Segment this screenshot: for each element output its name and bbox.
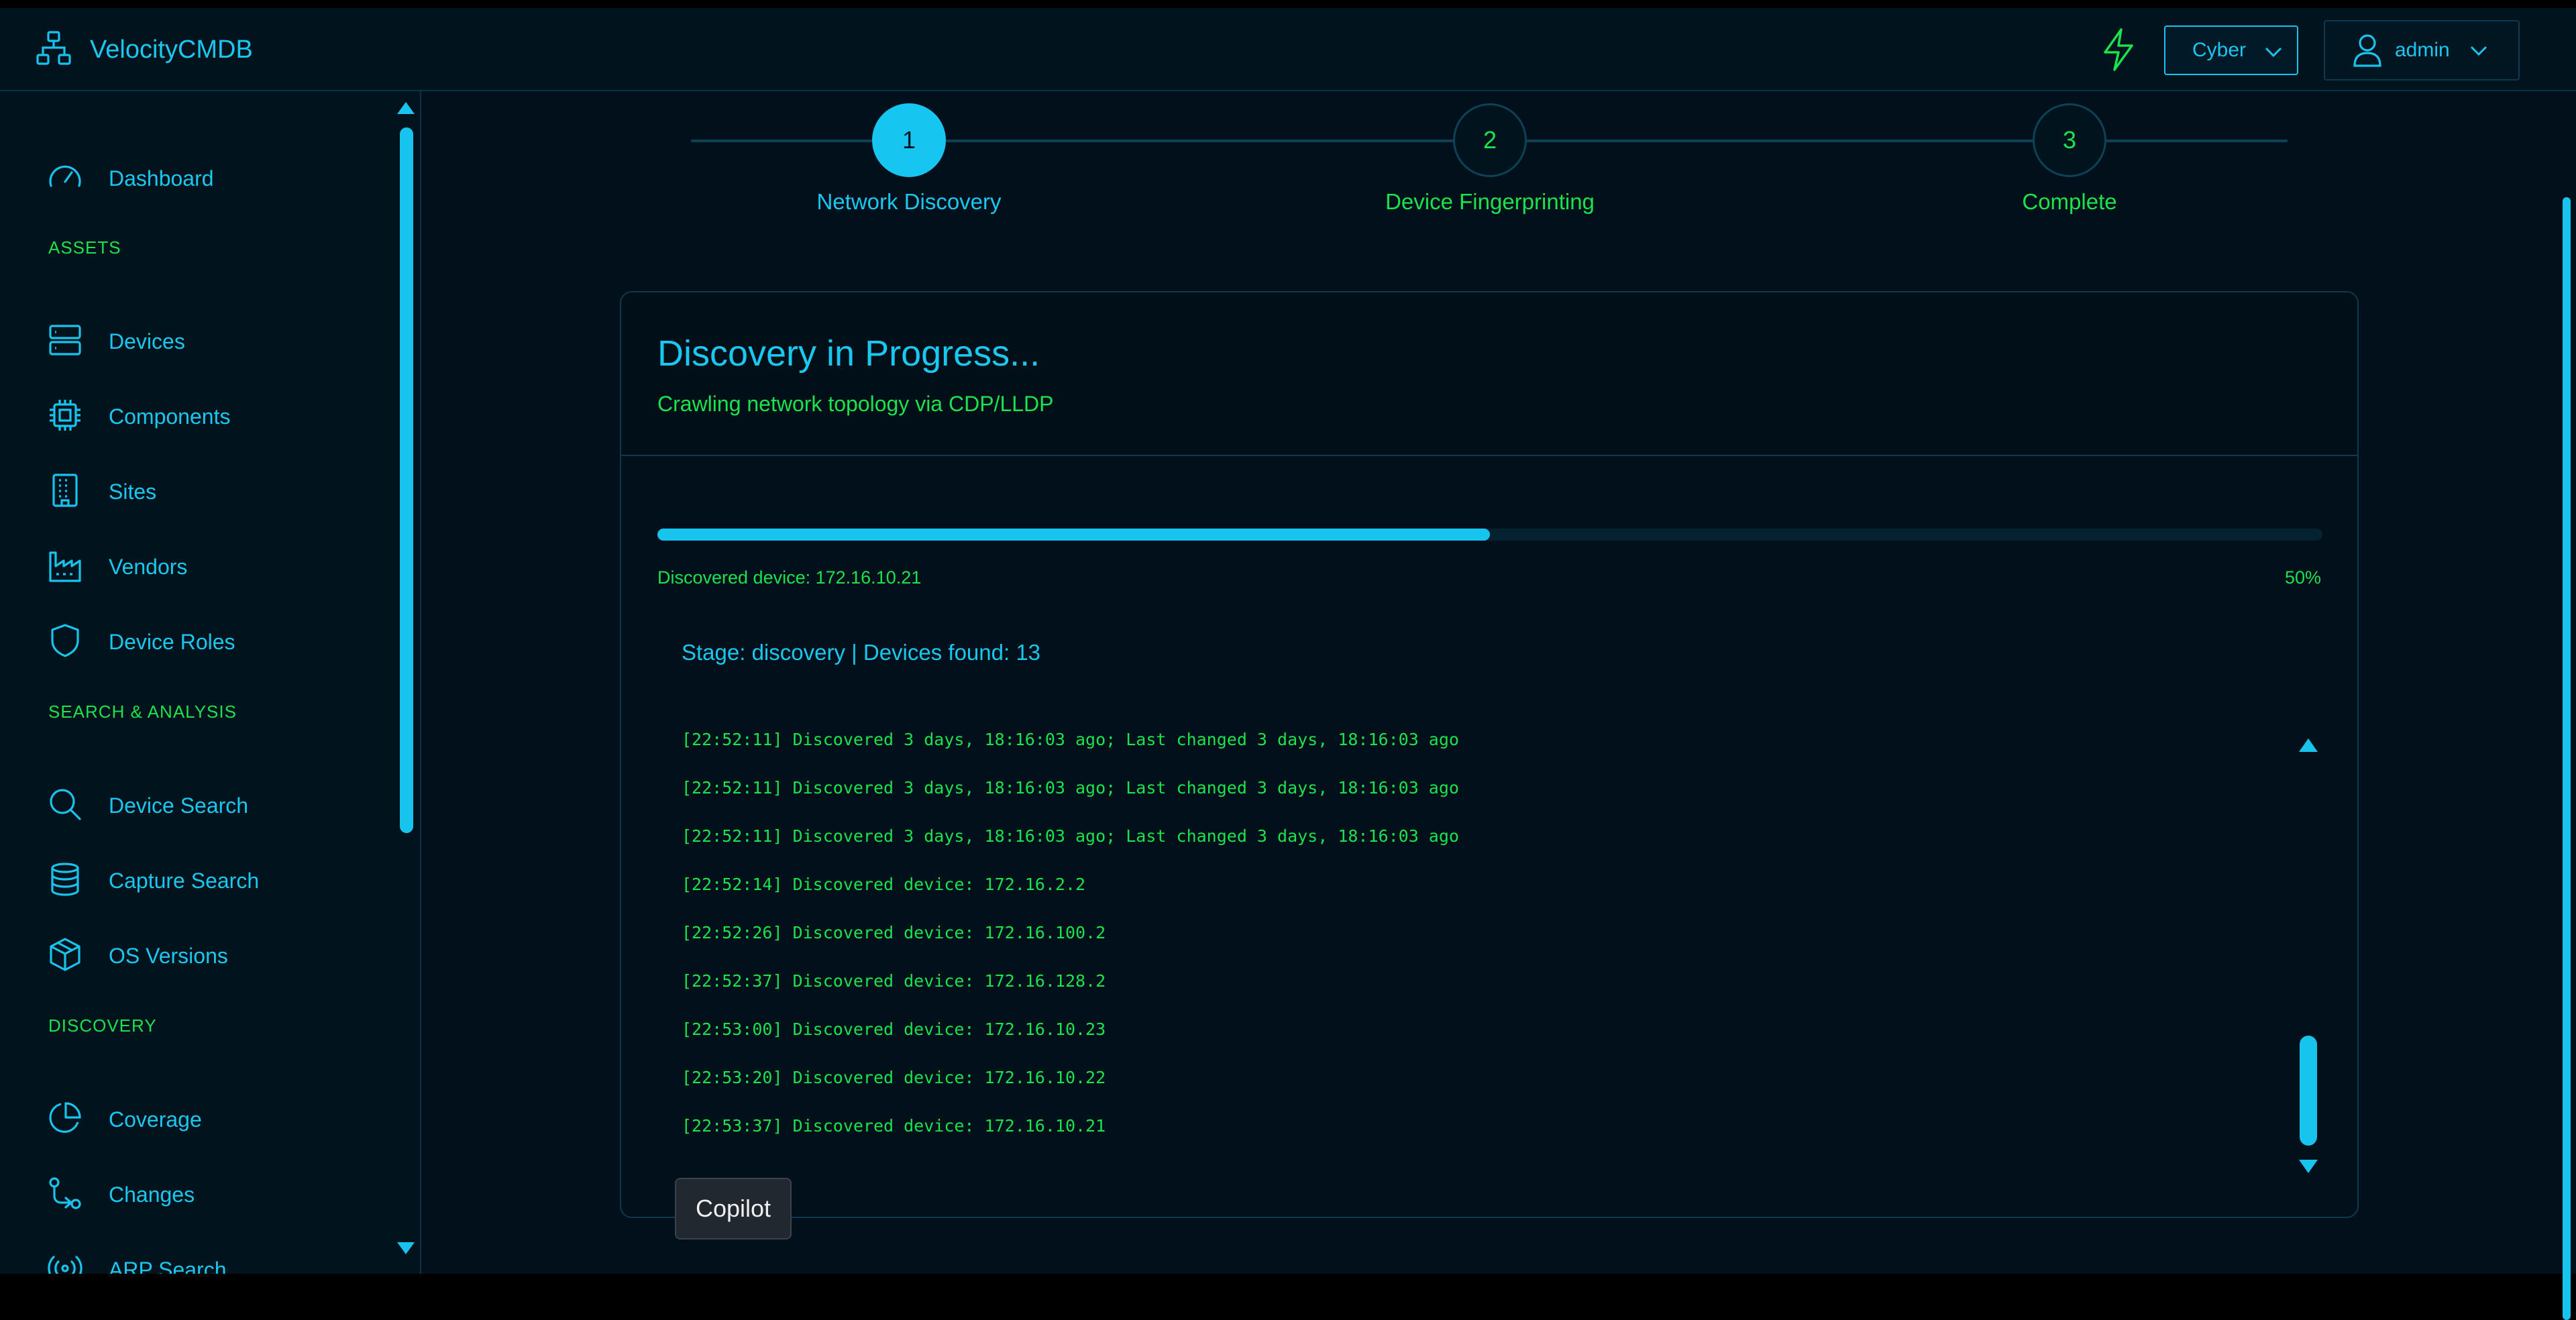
theme-select-value: Cyber — [2192, 39, 2247, 61]
sidebar-item-device-search[interactable]: Device Search — [47, 779, 248, 832]
broadcast-icon — [47, 1250, 83, 1274]
card-subtitle: Crawling network topology via CDP/LLDP — [657, 392, 1054, 416]
log-line: [22:53:00] Discovered device: 172.16.10.… — [682, 1020, 1106, 1039]
user-menu-button[interactable]: admin — [2324, 20, 2520, 80]
sidebar-item-label: Coverage — [109, 1107, 202, 1132]
sidebar-item-label: Changes — [109, 1182, 195, 1207]
git-compare-icon — [47, 1175, 83, 1215]
log-scroll-down-arrow-icon[interactable] — [2297, 1158, 2320, 1175]
sidebar-item-vendors[interactable]: Vendors — [47, 540, 187, 594]
step-3-circle: 3 — [2033, 103, 2106, 177]
progress-bar-fill — [657, 529, 1490, 541]
section-heading-search-analysis: SEARCH & ANALYSIS — [48, 702, 237, 722]
sidebar-item-label: Dashboard — [109, 166, 214, 190]
sidebar-item-label: OS Versions — [109, 943, 228, 968]
sidebar-item-capture-search[interactable]: Capture Search — [47, 854, 259, 908]
sidebar-item-label: ARP Search — [109, 1257, 227, 1274]
section-heading-discovery: DISCOVERY — [48, 1015, 157, 1036]
server-icon — [47, 322, 83, 362]
sidebar-item-label: Device Roles — [109, 629, 235, 654]
step-1-circle: 1 — [872, 103, 946, 177]
progress-percent: 50% — [2284, 567, 2321, 588]
lightning-icon[interactable] — [2098, 27, 2139, 72]
shield-icon — [47, 622, 83, 662]
log-line: [22:52:26] Discovered device: 172.16.100… — [682, 923, 1106, 942]
discovery-progress-card: Discovery in Progress... Crawling networ… — [620, 291, 2359, 1218]
chevron-down-icon — [2262, 42, 2285, 62]
sidebar-item-sites[interactable]: Sites — [47, 465, 156, 518]
top-header: VelocityCMDB Cyber admin — [0, 8, 2576, 91]
step-1-label: Network Discovery — [816, 189, 1002, 214]
step-3-label: Complete — [2022, 189, 2117, 214]
card-title: Discovery in Progress... — [657, 333, 1040, 374]
page-scrollbar[interactable] — [2557, 91, 2576, 1320]
user-icon — [2352, 32, 2383, 68]
stage-status: Stage: discovery | Devices found: 13 — [682, 640, 1041, 665]
log-line: [22:53:20] Discovered device: 172.16.10.… — [682, 1068, 1106, 1087]
sidebar-item-changes[interactable]: Changes — [47, 1168, 195, 1221]
discovery-log[interactable]: [22:52:11] Discovered 3 days, 18:16:03 a… — [682, 730, 2224, 1164]
sidebar-item-os-versions[interactable]: OS Versions — [47, 929, 228, 983]
log-line: [22:53:37] Discovered device: 172.16.10.… — [682, 1116, 1106, 1136]
sidebar-item-dashboard[interactable]: Dashboard — [47, 152, 214, 205]
progress-message: Discovered device: 172.16.10.21 — [657, 567, 922, 588]
sidebar-scroll-down-arrow-icon[interactable] — [396, 1241, 416, 1256]
copilot-tooltip: Copilot — [675, 1178, 792, 1240]
brand-link[interactable]: VelocityCMDB — [35, 23, 253, 76]
sidebar: Dashboard ASSETS Devices Components Site… — [0, 91, 421, 1274]
page-scrollbar-thumb[interactable] — [2563, 197, 2571, 1320]
sidebar-item-label: Capture Search — [109, 868, 260, 893]
brand-name: VelocityCMDB — [90, 35, 253, 64]
network-icon — [35, 30, 72, 70]
sidebar-item-label: Sites — [109, 479, 157, 504]
gauge-icon — [47, 159, 83, 199]
step-2-label: Device Fingerprinting — [1385, 189, 1595, 214]
sidebar-item-components[interactable]: Components — [47, 390, 230, 443]
card-header: Discovery in Progress... Crawling networ… — [621, 292, 2357, 456]
chevron-down-icon — [2467, 40, 2490, 60]
log-line: [22:52:11] Discovered 3 days, 18:16:03 a… — [682, 730, 1459, 749]
package-icon — [47, 936, 83, 976]
database-icon — [47, 861, 83, 901]
section-heading-assets: ASSETS — [48, 237, 121, 258]
building-icon — [47, 472, 83, 512]
progress-bar — [657, 529, 2322, 541]
sidebar-item-arp-search[interactable]: ARP Search — [47, 1243, 227, 1274]
sidebar-scroll-up-arrow-icon[interactable] — [396, 101, 416, 115]
sidebar-item-devices[interactable]: Devices — [47, 315, 185, 368]
log-line: [22:52:37] Discovered device: 172.16.128… — [682, 971, 1106, 991]
sidebar-item-device-roles[interactable]: Device Roles — [47, 615, 235, 669]
theme-select[interactable]: Cyber — [2164, 25, 2298, 75]
pie-chart-icon — [47, 1100, 83, 1140]
chip-icon — [47, 397, 83, 437]
log-line: [22:52:14] Discovered device: 172.16.2.2 — [682, 875, 1086, 894]
sidebar-item-coverage[interactable]: Coverage — [47, 1093, 202, 1146]
sidebar-item-label: Components — [109, 404, 231, 429]
search-icon — [47, 786, 83, 826]
step-2-circle: 2 — [1453, 103, 1527, 177]
sidebar-item-label: Devices — [109, 329, 185, 353]
sidebar-scrollbar-thumb[interactable] — [400, 127, 413, 833]
sidebar-item-label: Device Search — [109, 793, 249, 818]
user-name: admin — [2395, 39, 2450, 61]
log-line: [22:52:11] Discovered 3 days, 18:16:03 a… — [682, 826, 1459, 846]
log-scrollbar-thumb[interactable] — [2300, 1036, 2317, 1146]
log-line: [22:52:11] Discovered 3 days, 18:16:03 a… — [682, 778, 1459, 798]
app-root: VelocityCMDB Cyber admin Dashboard ASSET… — [0, 0, 2576, 1320]
window-top-edge — [0, 0, 2576, 8]
sidebar-item-label: Vendors — [109, 554, 188, 579]
log-scroll-up-arrow-icon[interactable] — [2297, 736, 2320, 754]
factory-icon — [47, 547, 83, 587]
